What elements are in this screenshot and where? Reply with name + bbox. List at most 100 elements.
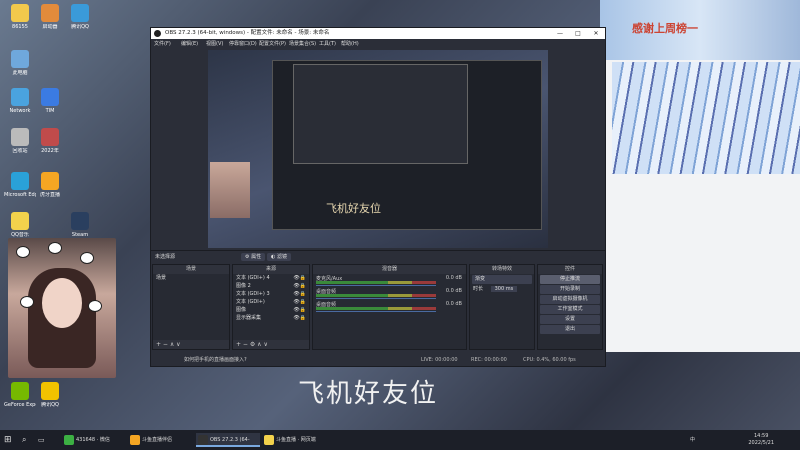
app-icon [41, 128, 59, 146]
desktop-icon[interactable]: 虎牙直播 [34, 172, 66, 198]
visibility-lock-icon[interactable]: 👁🔒 [293, 298, 306, 306]
visibility-lock-icon[interactable]: 👁🔒 [293, 314, 306, 322]
volume-slider[interactable] [316, 311, 436, 312]
sources-footer[interactable]: + − ⚙ ∧ ∨ [233, 340, 309, 349]
source-item[interactable]: 图像 2 👁🔒 [233, 282, 309, 290]
source-label: 文本 (GDI+) 3 [236, 291, 270, 297]
desktop-icon[interactable]: 此电脑 [4, 50, 36, 76]
minimize-button[interactable]: — [551, 28, 569, 39]
menu-item[interactable]: 编辑(E) [181, 40, 198, 47]
taskbar-app[interactable]: 斗鱼直播伴侣 [128, 433, 192, 447]
scenes-dock: 场景 场景 + − ∧ ∨ [152, 264, 230, 350]
desktop-icon[interactable]: 回收站 [4, 128, 36, 154]
desktop-icon[interactable]: Network [4, 88, 36, 114]
control-button[interactable]: 开始录制 [540, 285, 600, 294]
lang-indicator[interactable]: 中 [690, 433, 695, 447]
menu-item[interactable]: 停靠窗口(D) [229, 40, 257, 47]
volume-slider[interactable] [316, 298, 436, 299]
source-item[interactable]: 文本 (GDI+) 4 👁🔒 [233, 274, 309, 282]
desktop-icon[interactable]: QQ音乐 [4, 212, 36, 238]
channel-db: 0.0 dB [445, 301, 462, 307]
mixer-channel[interactable]: 桌面音频 0.0 dB [313, 287, 466, 300]
sources-title: 来源 [233, 265, 309, 274]
visibility-lock-icon[interactable]: 👁🔒 [293, 274, 306, 282]
desktop-icon[interactable]: 腾讯QQ [34, 382, 66, 408]
cat-sticker-icon [80, 252, 94, 264]
webcam-overlay [8, 238, 116, 378]
filters-button[interactable]: ◐ 滤镜 [267, 253, 291, 261]
duration-input[interactable]: 300 ms [490, 286, 518, 292]
desktop-icon-label: 启动器 [42, 24, 58, 30]
obs-preview[interactable]: 飞机好友位 [208, 50, 548, 248]
source-item[interactable]: 文本 (GDI+) 3 👁🔒 [233, 290, 309, 298]
chat-notification[interactable]: 如何把手机的直播画面接入? [180, 355, 420, 365]
channel-db: 0.0 dB [445, 275, 462, 281]
desktop-icon[interactable]: 启动器 [34, 4, 66, 30]
desktop-icon[interactable]: Microsoft Edge [4, 172, 36, 198]
source-item[interactable]: 文本 (GDI+) 👁🔒 [233, 298, 309, 306]
transitions-dock: 转场特效 渐变 时长 300 ms [469, 264, 535, 350]
menu-item[interactable]: 工具(T) [319, 40, 336, 47]
volume-slider[interactable] [316, 285, 436, 286]
desktop-icon-label: 腾讯QQ [41, 402, 59, 408]
mixer-channel[interactable]: 麦克风/Aux 0.0 dB [313, 274, 466, 287]
transition-select[interactable]: 渐变 [472, 275, 532, 284]
desktop-icon[interactable]: 2022年 [34, 128, 66, 154]
close-button[interactable]: ✕ [587, 28, 605, 39]
control-button[interactable]: 停止推流 [540, 275, 600, 284]
obs-window[interactable]: OBS 27.2.3 (64-bit, windows) - 配置文件: 未命名… [150, 27, 606, 367]
duration-label: 时长 [473, 286, 484, 292]
control-button[interactable]: 设置 [540, 315, 600, 324]
desktop-icon[interactable]: 腾讯QQ [64, 4, 96, 30]
source-item[interactable]: 图像 👁🔒 [233, 306, 309, 314]
clock-time: 14:59 [753, 433, 769, 439]
visibility-lock-icon[interactable]: 👁🔒 [293, 282, 306, 290]
menu-item[interactable]: 配置文件(P) [259, 40, 286, 47]
visibility-lock-icon[interactable]: 👁🔒 [293, 306, 306, 314]
desktop-icon-label: 回收站 [12, 148, 28, 154]
obs-titlebar[interactable]: OBS 27.2.3 (64-bit, windows) - 配置文件: 未命名… [151, 28, 605, 39]
app-icon [11, 88, 29, 106]
desktop-icon[interactable]: Steam [64, 212, 96, 238]
volume-meter [316, 294, 436, 297]
desktop-icon[interactable]: GeForce Experience [4, 382, 36, 408]
scenes-footer[interactable]: + − ∧ ∨ [153, 340, 229, 349]
visibility-lock-icon[interactable]: 👁🔒 [293, 290, 306, 298]
control-button[interactable]: 工作室模式 [540, 305, 600, 314]
source-label: 显示器采集 [236, 315, 262, 321]
clock-date: 2022/5/21 [748, 440, 774, 446]
background-weapon-gallery [612, 62, 800, 174]
properties-button[interactable]: ⚙ 属性 [241, 253, 266, 261]
app-icon [11, 4, 29, 22]
taskbar-app[interactable]: OBS 27.2.3 (64-bit... [196, 433, 260, 447]
desktop-icon-label: TIM [45, 108, 55, 114]
rec-time: REC: 00:00:00 [471, 357, 507, 363]
source-label: 图像 2 [236, 283, 251, 289]
menu-item[interactable]: 帮助(H) [341, 40, 359, 47]
desktop-icon[interactable]: TIM [34, 88, 66, 114]
taskbar-app[interactable]: 431648 · 微信 [62, 433, 126, 447]
source-item[interactable]: 显示器采集 👁🔒 [233, 314, 309, 322]
menu-item[interactable]: 视图(V) [206, 40, 223, 47]
maximize-button[interactable]: □ [569, 28, 587, 39]
scene-item[interactable]: 场景 [153, 274, 229, 282]
desktop-icon[interactable]: 86155 [4, 4, 36, 30]
control-button[interactable]: 启动虚拟摄像机 [540, 295, 600, 304]
clock[interactable]: 14:59 2022/5/21 [748, 433, 774, 447]
mixer-channel[interactable]: 桌面音频 0.0 dB [313, 300, 466, 313]
source-label: 图像 [236, 307, 247, 313]
taskbar-app[interactable]: 斗鱼直播 · 网页端 [262, 433, 326, 447]
taskbar-app-icon [198, 435, 208, 445]
source-label: 文本 (GDI+) [236, 299, 265, 305]
menu-item[interactable]: 文件(F) [154, 40, 171, 47]
obs-menubar: 文件(F) 编辑(E) 视图(V) 停靠窗口(D) 配置文件(P) 场景集合(S) 工具(T… [151, 39, 605, 48]
taskbar-app-icon [264, 435, 274, 445]
app-icon [41, 88, 59, 106]
task-view-icon[interactable]: ▭ [38, 433, 50, 447]
control-button[interactable]: 退出 [540, 325, 600, 334]
menu-item[interactable]: 场景集合(S) [289, 40, 316, 47]
search-icon[interactable]: ⌕ [22, 433, 34, 447]
taskbar-app-icon [130, 435, 140, 445]
start-button[interactable]: ⊞ [4, 433, 18, 447]
volume-meter [316, 281, 436, 284]
